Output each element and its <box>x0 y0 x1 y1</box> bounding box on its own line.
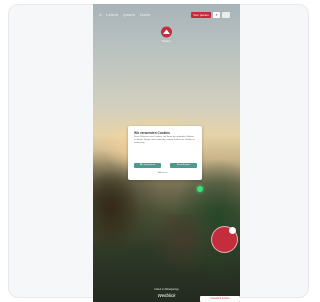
rock-formation <box>148 214 218 274</box>
search-icon[interactable]: ⌕ <box>213 12 220 18</box>
cookie-dialog: Wir verwenden Cookies Diese Website nutz… <box>128 126 202 180</box>
main-nav: A · Lorem Ipsum Dolor <box>99 12 151 17</box>
nav-item[interactable]: Ipsum <box>123 12 135 17</box>
chat-widget-button[interactable] <box>211 226 238 253</box>
foreground-tree <box>93 169 141 249</box>
logo-text: Tourism <box>161 40 171 43</box>
book-accommodation-button[interactable]: Unterkunft buchen <box>200 296 240 302</box>
reject-cookies-link[interactable]: Ablehnen <box>158 172 167 174</box>
nav-item[interactable]: A · Lorem <box>99 12 118 17</box>
accept-cookies-button[interactable]: Alle akzeptieren <box>134 163 161 168</box>
mobile-page-preview: A · Lorem Ipsum Dolor Tour planen ⌕ Tour… <box>93 4 240 302</box>
footer-subtitle: Urlaub im Mittelgebirge <box>154 288 179 291</box>
brand-logo-icon[interactable] <box>160 26 173 40</box>
status-indicator <box>197 186 203 192</box>
plan-tour-button[interactable]: Tour planen <box>191 12 211 18</box>
cookie-body: Diese Website nutzt Cookies, um Ihnen ei… <box>134 136 195 144</box>
nav-item[interactable]: Dolor <box>140 12 151 17</box>
menu-icon[interactable] <box>222 12 230 18</box>
chat-icon <box>229 227 236 234</box>
cookie-settings-button[interactable]: Einstellungen <box>170 163 197 168</box>
top-bar: A · Lorem Ipsum Dolor Tour planen ⌕ <box>93 4 240 24</box>
cookie-title: Wir verwenden Cookies <box>134 131 170 135</box>
